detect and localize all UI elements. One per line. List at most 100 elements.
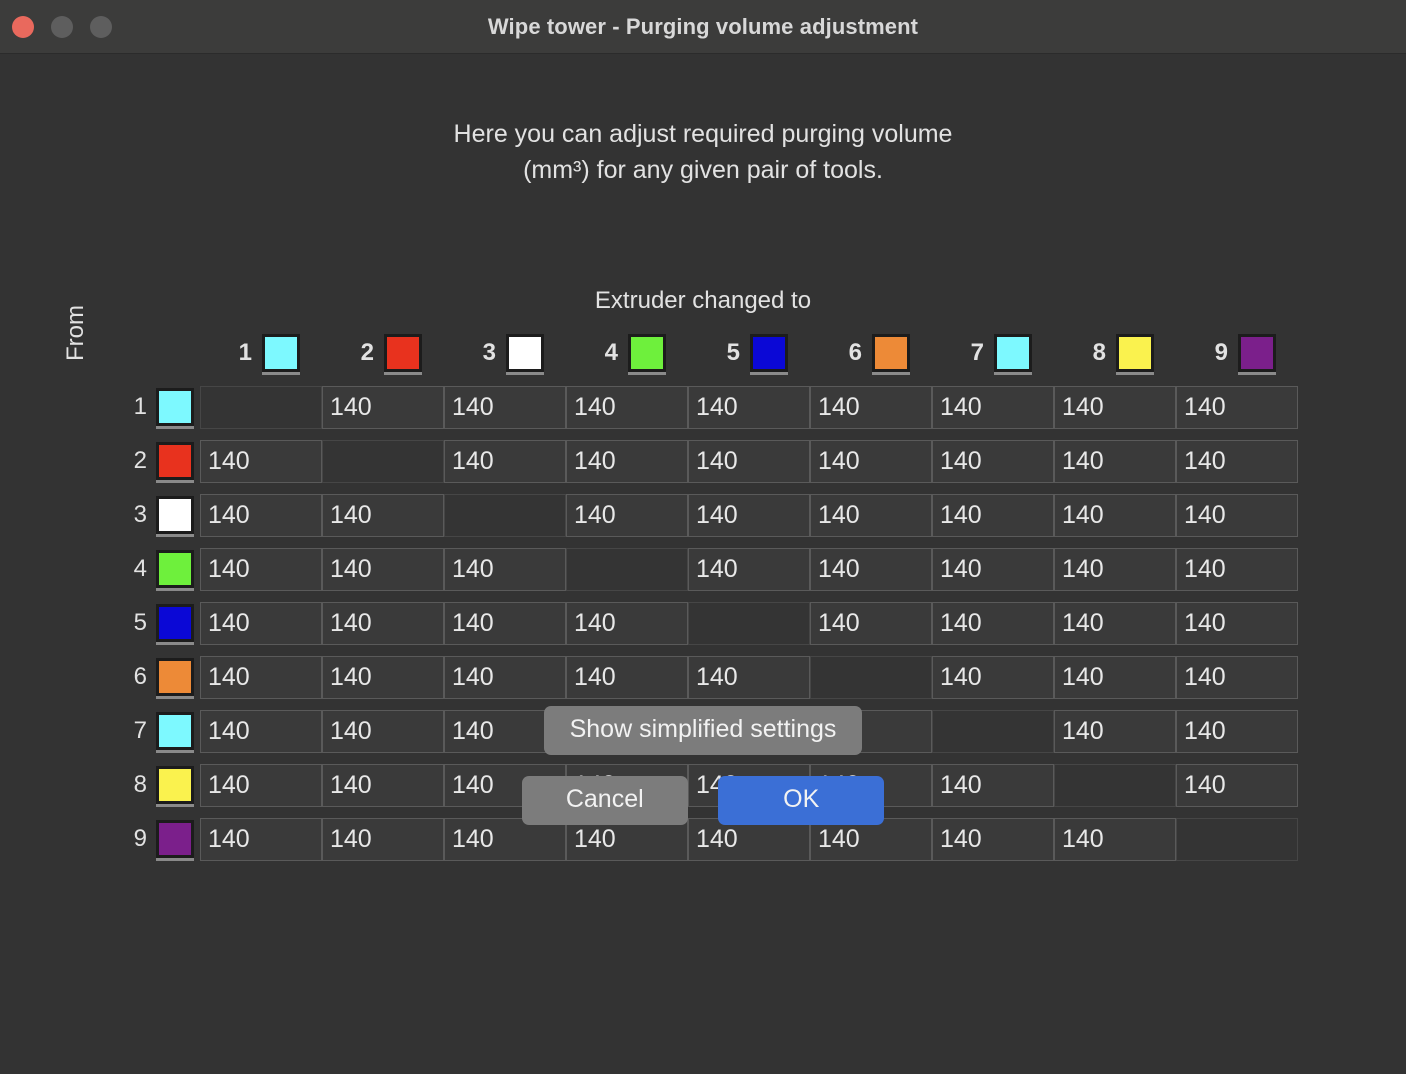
- purge-volume-input[interactable]: 140: [1054, 493, 1176, 537]
- purge-volume-input[interactable]: 140: [932, 439, 1054, 483]
- matrix-cell: [200, 380, 322, 434]
- purge-volume-input[interactable]: 140: [932, 385, 1054, 429]
- purge-volume-input[interactable]: 140: [1176, 655, 1298, 699]
- matrix-cell: 140: [566, 650, 688, 704]
- purge-volume-cell-disabled: [566, 547, 688, 591]
- purge-volume-input[interactable]: 140: [932, 547, 1054, 591]
- matrix-cell: 140: [810, 380, 932, 434]
- purge-volume-input[interactable]: 140: [1054, 601, 1176, 645]
- matrix-cell: 140: [1176, 488, 1298, 542]
- purge-volume-input[interactable]: 140: [810, 547, 932, 591]
- purge-volume-input[interactable]: 140: [322, 385, 444, 429]
- purge-volume-input[interactable]: 140: [1054, 385, 1176, 429]
- title-bar: Wipe tower - Purging volume adjustment: [0, 0, 1406, 54]
- purge-volume-input[interactable]: 140: [444, 385, 566, 429]
- purge-volume-input[interactable]: 140: [566, 601, 688, 645]
- minimize-button-icon[interactable]: [51, 15, 73, 38]
- row-header-number-4: 4: [133, 555, 147, 582]
- intro-line-2: (mm³) for any given pair of tools.: [523, 156, 883, 184]
- matrix-cell: [688, 596, 810, 650]
- cancel-button[interactable]: Cancel: [521, 776, 688, 825]
- purge-volume-input[interactable]: 140: [810, 439, 932, 483]
- purge-volume-input[interactable]: 140: [566, 385, 688, 429]
- column-header-swatch-4: [627, 326, 688, 380]
- purge-volume-input[interactable]: 140: [1176, 439, 1298, 483]
- purge-volume-input[interactable]: 140: [200, 439, 322, 483]
- purge-volume-input[interactable]: 140: [810, 493, 932, 537]
- purge-volume-input[interactable]: 140: [688, 655, 810, 699]
- column-header-swatch-8: [1115, 326, 1176, 380]
- purge-volume-input[interactable]: 140: [322, 601, 444, 645]
- purge-volume-input[interactable]: 140: [322, 547, 444, 591]
- matrix-row: 6 140 140 140 140 140 140 140 140: [112, 650, 1298, 704]
- matrix-row: 2 140 140 140 140 140 140 140 140: [112, 434, 1298, 488]
- purge-volume-input[interactable]: 140: [566, 655, 688, 699]
- purge-volume-input[interactable]: 140: [566, 439, 688, 483]
- purge-volume-input[interactable]: 140: [688, 547, 810, 591]
- close-button-icon[interactable]: [12, 15, 34, 38]
- color-swatch-icon: [156, 604, 194, 642]
- purge-volume-input[interactable]: 140: [810, 385, 932, 429]
- purge-volume-input[interactable]: 140: [1176, 547, 1298, 591]
- matrix-cell: 140: [566, 596, 688, 650]
- matrix-corner-spacer: [112, 326, 156, 380]
- purge-volume-input[interactable]: 140: [1176, 385, 1298, 429]
- row-header-swatch-3: [156, 488, 200, 542]
- matrix-cell: 140: [1054, 596, 1176, 650]
- purge-volume-input[interactable]: 140: [810, 601, 932, 645]
- maximize-button-icon[interactable]: [90, 15, 112, 38]
- purge-volume-input[interactable]: 140: [1054, 655, 1176, 699]
- matrix-cell: [322, 434, 444, 488]
- column-header-number-2: 2: [360, 339, 374, 366]
- matrix-cell: [566, 542, 688, 596]
- matrix-cell: 140: [932, 488, 1054, 542]
- purge-volume-input[interactable]: 140: [688, 439, 810, 483]
- matrix-cell: [810, 650, 932, 704]
- color-swatch-icon: [506, 334, 544, 372]
- purge-volume-input[interactable]: 140: [932, 493, 1054, 537]
- purge-volume-input[interactable]: 140: [932, 655, 1054, 699]
- purge-volume-input[interactable]: 140: [566, 493, 688, 537]
- purge-volume-input[interactable]: 140: [1176, 601, 1298, 645]
- purge-volume-input[interactable]: 140: [322, 493, 444, 537]
- color-swatch-icon: [384, 334, 422, 372]
- purge-volume-input[interactable]: 140: [200, 547, 322, 591]
- purge-volume-input[interactable]: 140: [444, 601, 566, 645]
- purge-volume-input[interactable]: 140: [200, 601, 322, 645]
- column-axis-title: Extruder changed to: [594, 287, 812, 314]
- matrix-cell: 140: [322, 596, 444, 650]
- column-header-number-3: 3: [482, 339, 496, 366]
- purge-volume-input[interactable]: 140: [1054, 439, 1176, 483]
- dialog-body: Here you can adjust required purging vol…: [0, 54, 1406, 1074]
- purge-volume-input[interactable]: 140: [688, 493, 810, 537]
- purge-volume-input[interactable]: 140: [200, 655, 322, 699]
- column-header-number-4: 4: [604, 339, 618, 366]
- purge-volume-input[interactable]: 140: [444, 439, 566, 483]
- matrix-cell: 140: [1054, 542, 1176, 596]
- matrix-cell: 140: [444, 596, 566, 650]
- show-simplified-settings-button[interactable]: Show simplified settings: [543, 706, 863, 755]
- row-header-number-1: 1: [133, 393, 147, 420]
- row-header-number-2: 2: [133, 447, 147, 474]
- purge-volume-input[interactable]: 140: [1176, 493, 1298, 537]
- matrix-cell: 140: [810, 542, 932, 596]
- color-swatch-icon: [1238, 334, 1276, 372]
- purge-volume-input[interactable]: 140: [200, 493, 322, 537]
- ok-button[interactable]: OK: [718, 776, 885, 825]
- matrix-cell: 140: [566, 380, 688, 434]
- matrix-cell: 140: [444, 380, 566, 434]
- matrix-cell: 140: [566, 488, 688, 542]
- purge-volume-input[interactable]: 140: [444, 547, 566, 591]
- purge-volume-input[interactable]: 140: [444, 655, 566, 699]
- row-header-number-6: 6: [133, 663, 147, 690]
- matrix-row: 5 140 140 140 140 140 140 140 140: [112, 596, 1298, 650]
- purge-volume-cell-disabled: [322, 439, 444, 483]
- purge-volume-input[interactable]: 140: [322, 655, 444, 699]
- purge-volume-input[interactable]: 140: [932, 601, 1054, 645]
- matrix-cell: 140: [1054, 434, 1176, 488]
- matrix-cell: 140: [322, 650, 444, 704]
- column-header-number-7: 7: [970, 339, 984, 366]
- purge-volume-input[interactable]: 140: [1054, 547, 1176, 591]
- dialog-window: Wipe tower - Purging volume adjustment H…: [0, 0, 1406, 1074]
- purge-volume-input[interactable]: 140: [688, 385, 810, 429]
